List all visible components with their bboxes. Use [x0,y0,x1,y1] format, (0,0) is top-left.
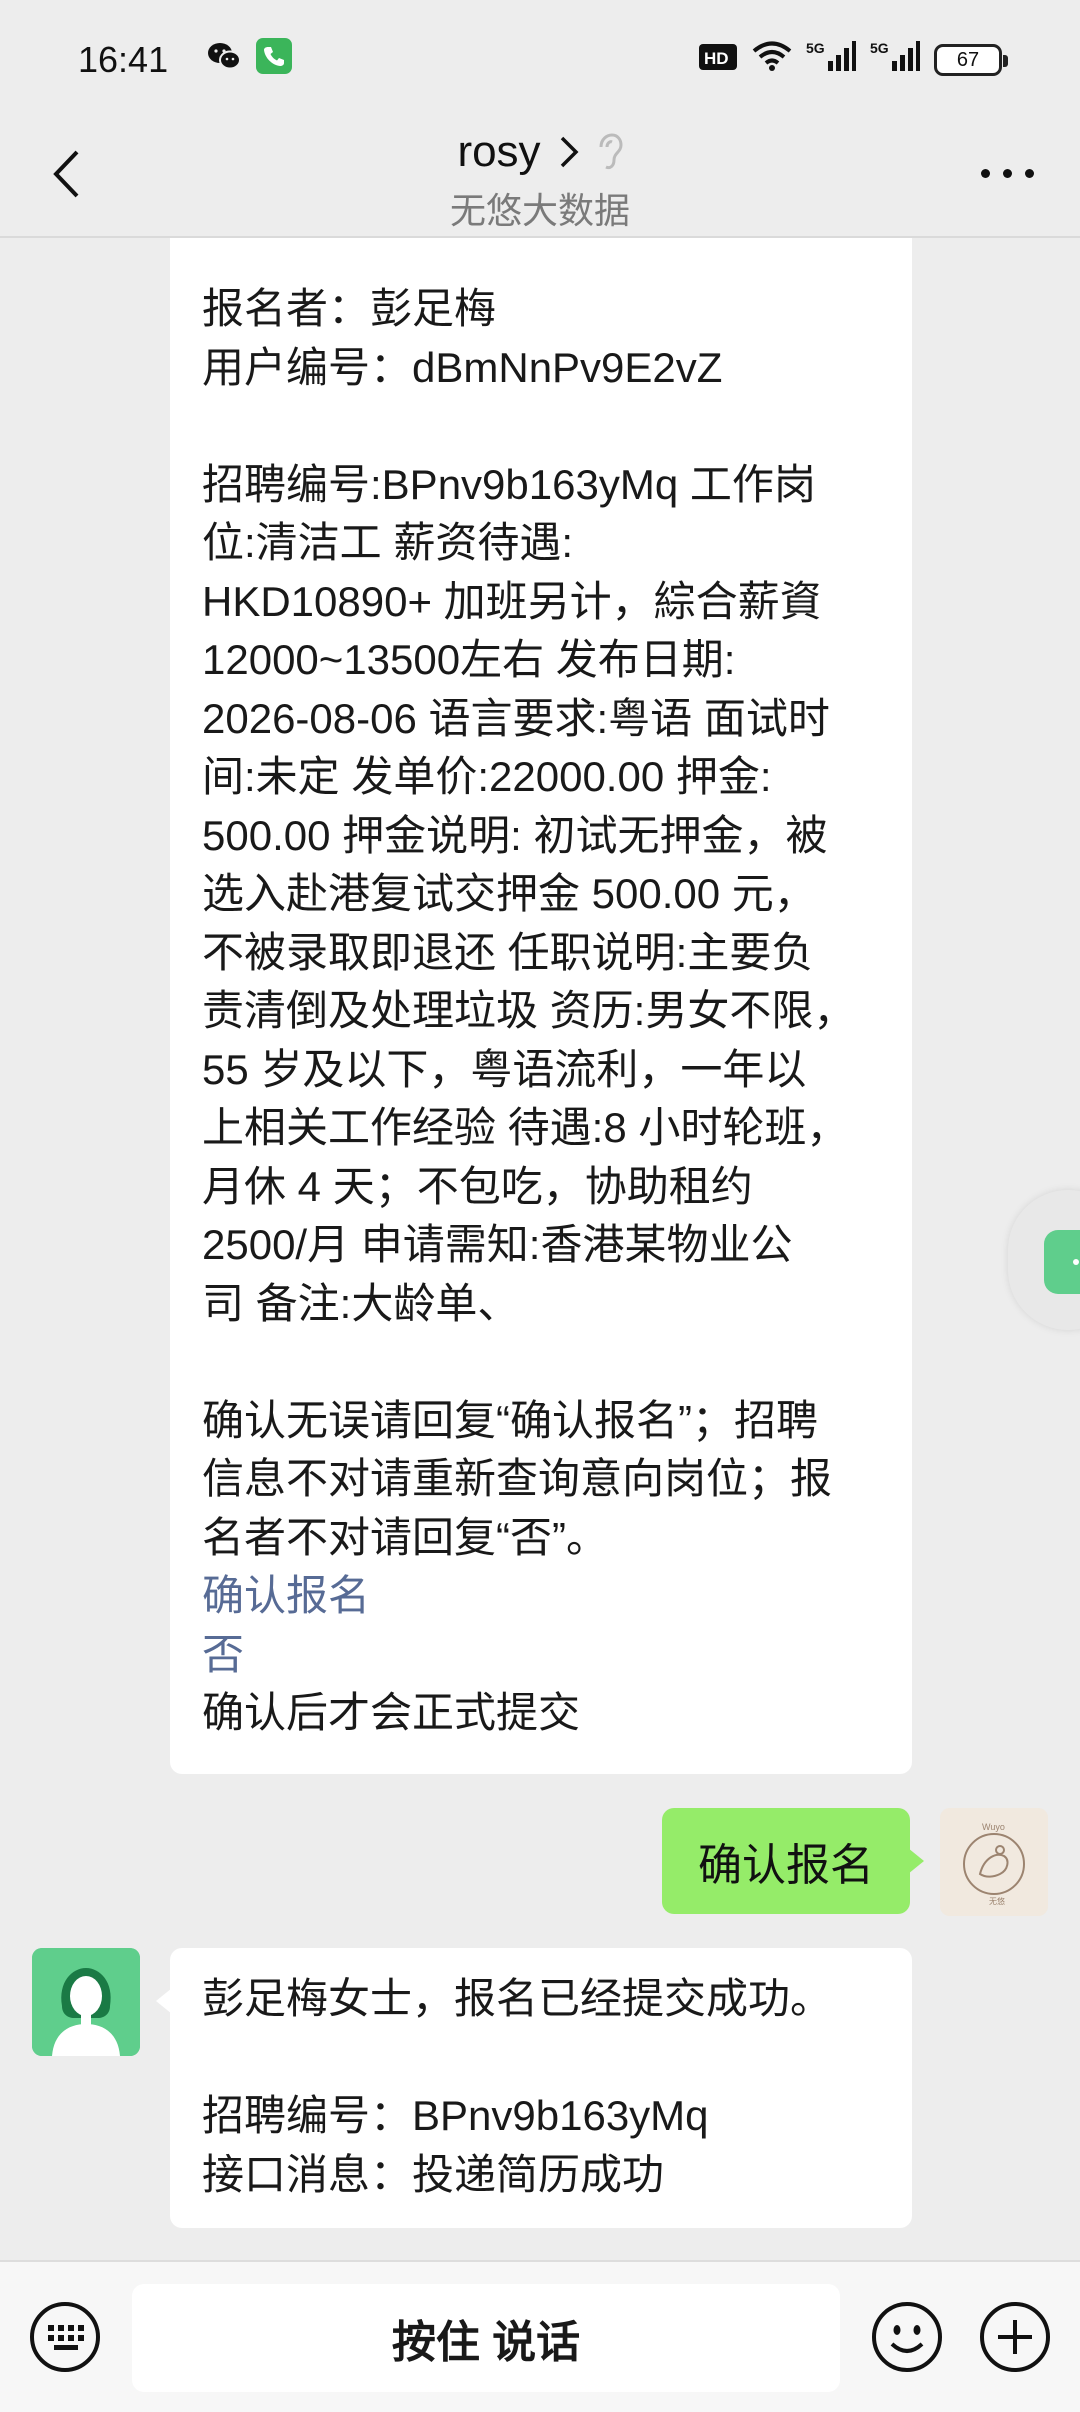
ear-icon [599,133,623,170]
dot [1002,168,1012,178]
job-info-line: 55 岁及以下，粤语流利，一年以 [202,1045,807,1093]
more-options-button[interactable] [972,158,1042,188]
avatar-contact[interactable] [32,1948,140,2056]
logo-avatar: Wuyo 无悠 [940,1808,1048,1916]
job-info-line: 责清倒及处理垃圾 资历:男女不限， [202,987,856,1034]
svg-text:HD: HD [704,49,729,68]
confirm-instruction-line: 名者不对请回复“否”。 [202,1513,608,1561]
submit-note: 确认后才会正式提交 [202,1689,581,1736]
job-info-line: 12000~13500左右 发布日期: [202,636,736,683]
chat-header: rosy 无悠大数据 [0,120,1080,238]
status-bar: 16:41 HD 5G 5G 67 [0,0,1080,120]
confirm-instruction-line: 确认无误请回复“确认报名”；招聘 [202,1396,818,1444]
job-info-line: 招聘编号:BPnv9b163yMq 工作岗 [202,460,816,508]
phone-call-icon [256,37,293,83]
battery-indicator: 67 [934,44,1008,76]
reply-no-link[interactable]: 否 [202,1626,880,1685]
reply-line-success: 彭足梅女士，报名已经提交成功。 [202,1975,833,2022]
message-bubble-reply[interactable]: 彭足梅女士，报名已经提交成功。 招聘编号：BPnv9b163yMq 接口消息：投… [156,1948,912,2228]
hold-to-talk-button[interactable]: 按住 说话 [132,2284,840,2392]
5g-signal-icon: 5G [806,39,856,82]
emoji-button[interactable] [870,2300,944,2374]
message-list[interactable]: 报名者：彭足梅 用户编号：dBmNnPv9E2vZ 招聘编号:BPnv9b163… [0,238,1080,2260]
job-info-line: 2026-08-06 语言要求:粤语 面试时 [202,694,830,742]
keyboard-toggle-button[interactable] [28,2300,102,2374]
svg-text:无悠: 无悠 [989,1896,1005,1906]
job-info-line: 位:清洁工 薪资待遇: [202,519,574,566]
applicant-name-line: 报名者：彭足梅 [202,285,497,332]
reply-line-api-message: 接口消息：投递简历成功 [202,2150,665,2198]
emoji-icon [872,2302,942,2372]
chat-title: rosy [457,127,541,176]
job-info-line: 月休 4 天；不包吃，协助租约 [202,1162,753,1210]
svg-text:5G: 5G [870,40,889,56]
wechat-icon [206,39,242,81]
job-info-line: 2500/月 申请需知:香港某物业公 [202,1221,793,1268]
job-info-line: 上相关工作经验 待遇:8 小时轮班， [202,1104,849,1151]
more-actions-button[interactable] [978,2300,1052,2374]
job-info-line: 不被录取即退还 任职说明:主要负 [202,928,814,976]
keyboard-icon [30,2302,100,2372]
user-id-line: 用户编号：dBmNnPv9E2vZ [202,343,723,391]
5g-signal-icon: 5G [870,39,920,82]
confirm-register-link[interactable]: 确认报名 [202,1567,880,1626]
dot [980,168,990,178]
chat-screen: 16:41 HD 5G 5G 67 rosy 无悠大数据 报名者：彭足梅 用户编… [0,0,1080,2412]
avatar-self[interactable]: Wuyo 无悠 [940,1808,1048,1916]
chevron-right-icon [560,136,579,168]
status-time: 16:41 [78,39,169,80]
reply-line-job-id: 招聘编号：BPnv9b163yMq [202,2092,709,2139]
hd-icon: HD [698,39,738,81]
confirm-instruction-line: 信息不对请重新查询意向岗位；报 [202,1455,833,1502]
hold-to-talk-label: 按住 说话 [391,2318,581,2367]
title-block[interactable]: rosy 无悠大数据 [0,120,1080,234]
job-info-line: HKD10890+ 加班另计，綜合薪資 [202,577,822,625]
input-bar: 按住 说话 [0,2260,1080,2412]
job-info-line: 司 备注:大龄单、 [202,1279,520,1327]
wifi-icon [752,39,792,81]
message-bubble-sent[interactable]: 确认报名 [662,1808,924,1914]
svg-text:Wuyo: Wuyo [982,1822,1005,1832]
plus-icon [980,2302,1050,2372]
message-bubble-job-detail[interactable]: 报名者：彭足梅 用户编号：dBmNnPv9E2vZ 招聘编号:BPnv9b163… [170,238,912,1774]
person-icon [32,1948,140,2056]
battery-level: 67 [956,48,980,71]
sent-message-text: 确认报名 [698,1841,874,1890]
floating-chat-icon[interactable] [1044,1230,1080,1294]
svg-text:5G: 5G [806,40,825,56]
chat-subtitle: 无悠大数据 [449,190,630,231]
job-info-line: 选入赴港复试交押金 500.00 元， [202,870,816,917]
job-info-line: 间:未定 发单价:22000.00 押金: [202,753,772,800]
dot [1024,168,1034,178]
job-info-line: 500.00 押金说明: 初试无押金，被 [202,811,828,859]
